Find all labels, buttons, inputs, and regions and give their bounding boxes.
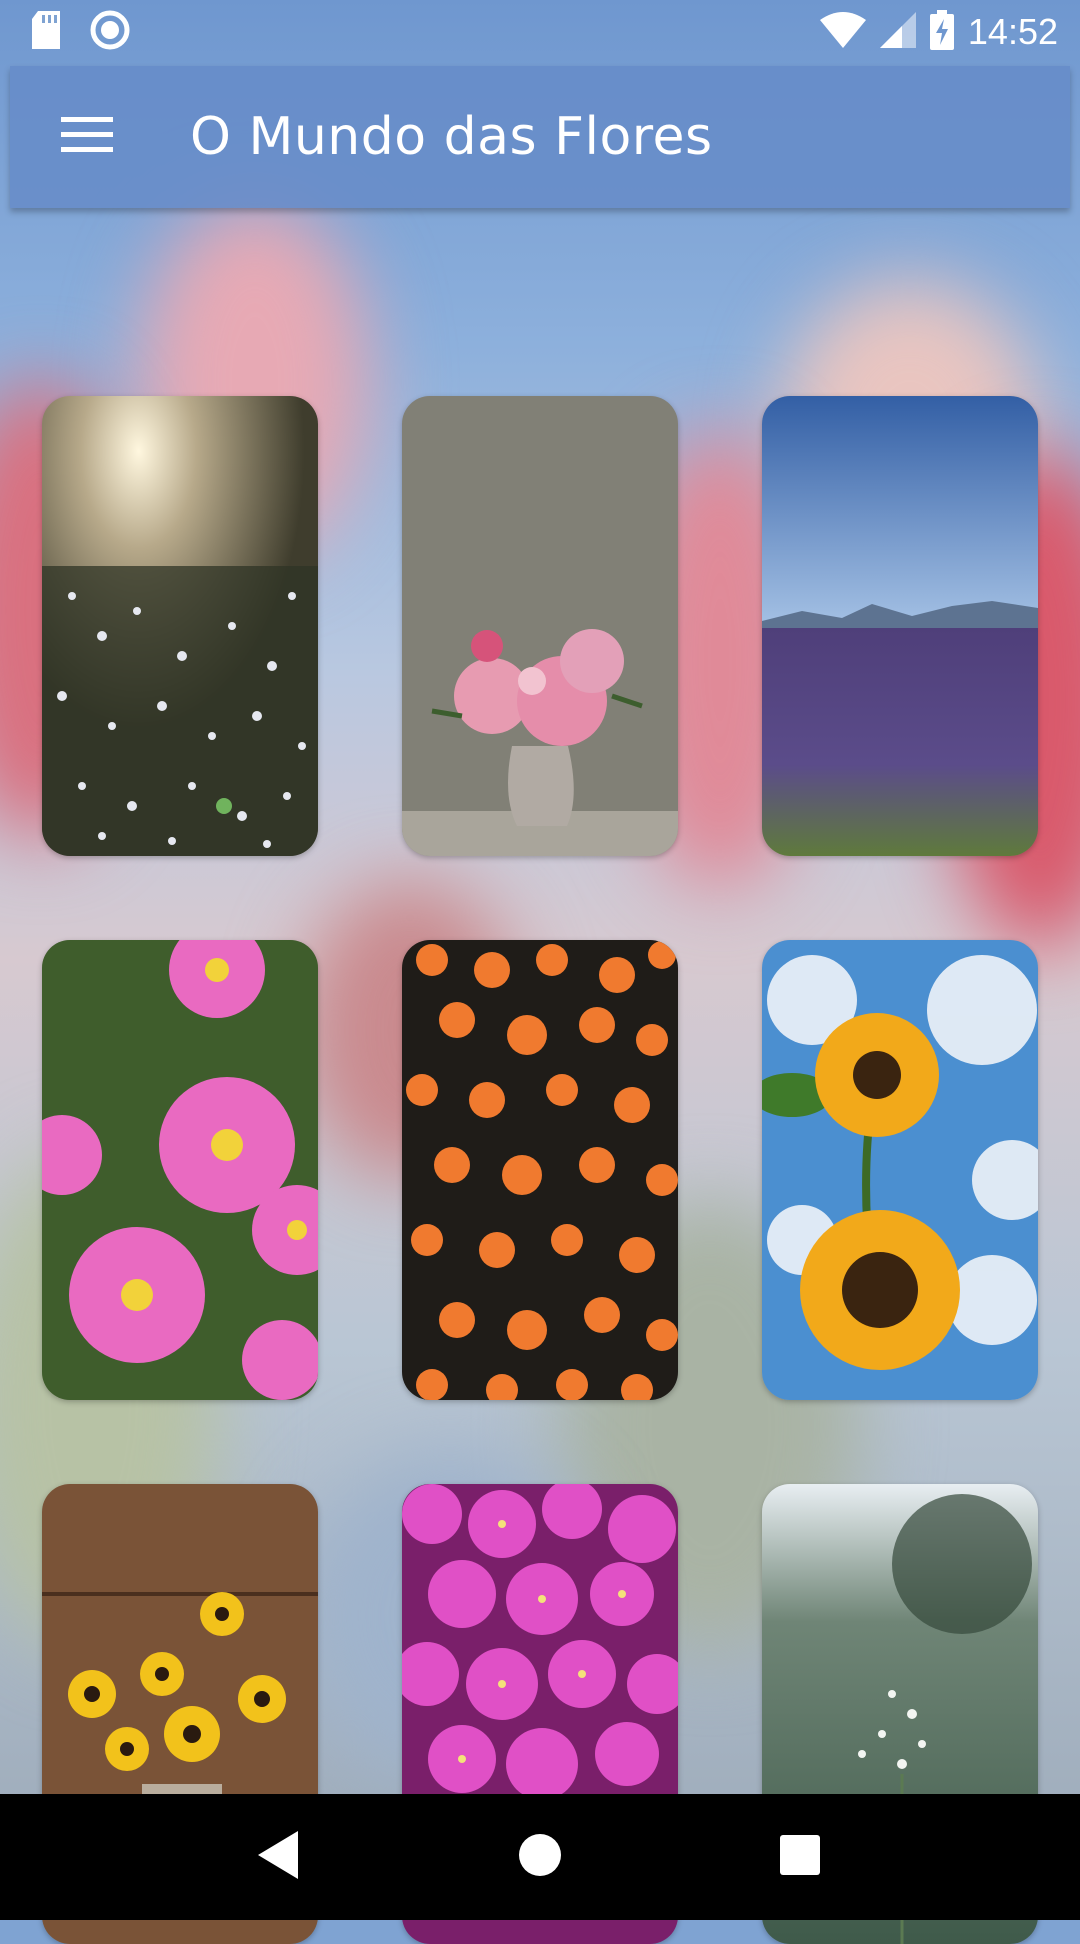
recents-button[interactable] — [755, 1812, 845, 1902]
navigation-bar — [0, 1794, 1080, 1920]
gallery-item-sunflowers[interactable] — [762, 940, 1038, 1400]
app-title: O Mundo das Flores — [190, 107, 713, 167]
gallery-item-lavender-field[interactable] — [762, 396, 1038, 856]
battery-charging-icon — [929, 9, 954, 54]
gallery-item-pink-asters[interactable] — [42, 940, 318, 1400]
clock: 14:52 — [967, 10, 1058, 52]
wifi-icon — [819, 11, 866, 52]
signal-icon — [879, 11, 916, 52]
back-icon — [258, 1831, 302, 1883]
sunflowers-image — [762, 940, 1038, 1400]
hamburger-menu-icon — [61, 115, 113, 159]
sd-card-icon — [30, 10, 62, 53]
app-bar: O Mundo das Flores — [10, 66, 1070, 208]
sync-icon — [90, 10, 130, 54]
back-button[interactable] — [235, 1812, 325, 1902]
pink-peonies-image — [402, 396, 678, 856]
recents-icon — [780, 1835, 820, 1879]
home-icon — [518, 1833, 562, 1881]
gallery-item-pink-peonies[interactable] — [402, 396, 678, 856]
gallery-item-orange-marigolds[interactable] — [402, 940, 678, 1400]
home-button[interactable] — [495, 1812, 585, 1902]
status-bar: 14:52 — [0, 0, 1080, 63]
lavender-field-image — [762, 396, 1038, 856]
menu-button[interactable] — [32, 82, 142, 192]
white-wildflowers-image — [42, 396, 318, 856]
orange-marigolds-image — [402, 940, 678, 1400]
gallery-item-white-wildflowers[interactable] — [42, 396, 318, 856]
pink-asters-image — [42, 940, 318, 1400]
